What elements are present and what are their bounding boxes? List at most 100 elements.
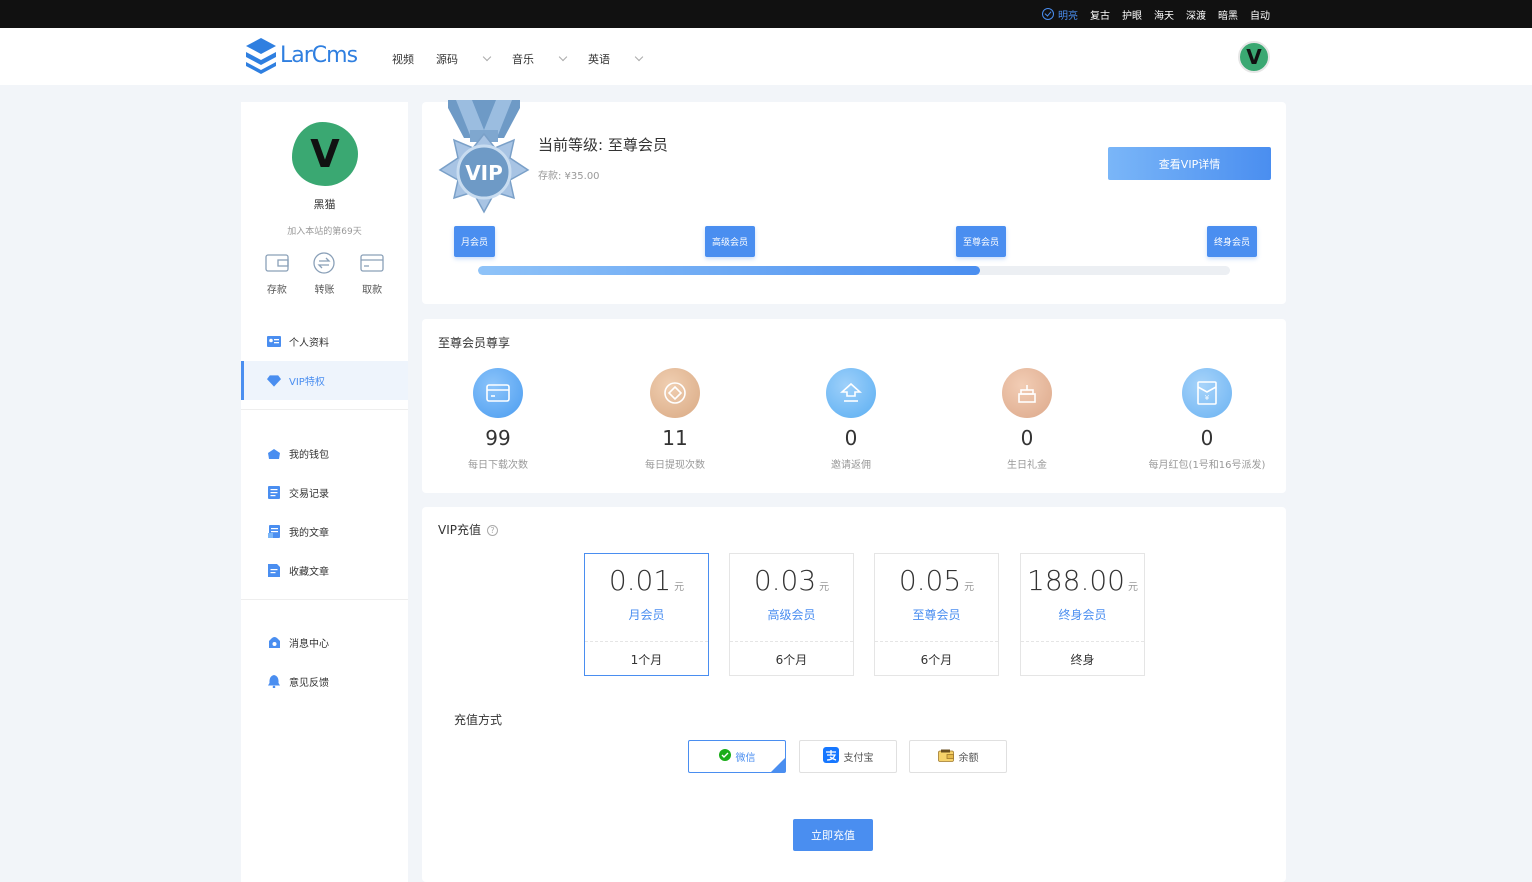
plan-name: 月会员 (628, 608, 665, 622)
plan-option[interactable]: 0.05 元 至尊会员 6个月 (874, 553, 999, 676)
plan-duration: 6个月 (775, 653, 808, 667)
upload-gift-icon (826, 368, 876, 418)
chevron-down-icon (634, 52, 644, 62)
plan-duration: 6个月 (920, 653, 953, 667)
plan-divider (1021, 641, 1144, 642)
chevron-down-icon (558, 52, 568, 62)
plan-option[interactable]: 0.03 元 高级会员 6个月 (729, 553, 854, 676)
recharge-submit-button[interactable]: 立即充值 (793, 819, 873, 851)
bell-icon (267, 675, 281, 688)
menu-divider (241, 409, 408, 410)
perk-label: 每日下载次数 (468, 460, 528, 471)
perk-item: 0 邀请返佣 (781, 368, 921, 471)
message-bag-icon (267, 637, 281, 649)
download-card-icon (473, 368, 523, 418)
pay-balance-button[interactable]: 余额 (909, 740, 1007, 773)
sidebar-item-profile[interactable]: 个人资料 (241, 322, 408, 361)
tier-badge: 月会员 (454, 226, 496, 257)
wallet-quick-actions: 存款 转账 取款 (253, 252, 396, 296)
tier-badge: 至尊会员 (956, 226, 1007, 257)
sidebar: V 黑猫 加入本站的第69天 存款 转账 取款 个人资料 VIP特权 我的钱包 … (241, 102, 408, 882)
plan-divider (730, 641, 853, 642)
username: 黑猫 (313, 198, 336, 211)
tier-badge: 终身会员 (1207, 226, 1258, 257)
perk-label: 每日提现次数 (645, 460, 705, 471)
perk-value: 0 (844, 426, 858, 450)
perk-value: 11 (662, 426, 688, 450)
sidebar-item-favorites[interactable]: 收藏文章 (241, 551, 408, 590)
plan-price: 188.00 元 (1027, 564, 1138, 597)
perk-label: 每月红包(1号和16号派发) (1148, 460, 1266, 471)
wechat-icon (718, 749, 731, 764)
vip-level-card: VIP 当前等级: 至尊会员 存款: ¥35.00 查看VIP详情 月会员 高级… (422, 100, 1286, 304)
plan-option[interactable]: 188.00 元 终身会员 终身 (1020, 553, 1145, 676)
vip-perks-card: 至尊会员尊享 99 每日下载次数 11 每日提现次数 0 邀请返佣 0 生日礼金… (422, 319, 1286, 493)
sidebar-item-feedback[interactable]: 意见反馈 (241, 662, 408, 701)
help-icon[interactable]: ? (487, 525, 498, 536)
sidebar-item-vip[interactable]: VIP特权 (241, 361, 408, 400)
transfer-button[interactable]: 转账 (312, 252, 336, 296)
check-circle-icon (1042, 8, 1054, 20)
nav-item-video[interactable]: 视频 (392, 51, 414, 67)
theme-option[interactable]: 深渡 (1186, 7, 1206, 22)
sidebar-item-articles[interactable]: 我的文章 (241, 512, 408, 551)
plan-duration: 1个月 (630, 653, 663, 667)
theme-option[interactable]: 复古 (1090, 7, 1110, 22)
list-icon (267, 486, 281, 499)
svg-text:¥: ¥ (1205, 394, 1210, 402)
perk-value: 0 (1200, 426, 1214, 450)
plan-name: 终身会员 (1058, 608, 1107, 622)
plan-divider (875, 641, 998, 642)
theme-option-active[interactable]: 明亮 (1042, 7, 1078, 22)
coin-icon (650, 368, 700, 418)
sidebar-item-transactions[interactable]: 交易记录 (241, 473, 408, 512)
vip-details-button[interactable]: 查看VIP详情 (1108, 147, 1271, 180)
pay-alipay-button[interactable]: 支付宝 (799, 740, 897, 773)
plan-price: 0.05 元 (898, 564, 975, 597)
cake-icon (1002, 368, 1052, 418)
bookmark-doc-icon (267, 564, 281, 577)
theme-option[interactable]: 海天 (1154, 7, 1174, 22)
menu-divider (241, 599, 408, 600)
perks-title: 至尊会员尊享 (438, 336, 511, 350)
nav-item-english[interactable]: 英语 (588, 51, 644, 67)
stack-logo-icon (246, 38, 276, 74)
profile-avatar[interactable]: V (292, 122, 358, 186)
theme-option[interactable]: 护眼 (1122, 7, 1142, 22)
medal-label: VIP (465, 161, 503, 185)
plan-option[interactable]: 0.01 元 月会员 1个月 (584, 553, 709, 676)
deposit-button[interactable]: 存款 (265, 252, 289, 296)
alipay-icon (822, 747, 839, 766)
plan-price: 0.01 元 (608, 564, 685, 597)
transfer-icon (312, 252, 336, 274)
level-progress-track (478, 266, 1230, 275)
theme-option[interactable]: 自动 (1250, 7, 1270, 22)
vip-recharge-card: VIP充值? 0.01 元 月会员 1个月 0.03 元 高级会员 6个月 0.05… (422, 507, 1286, 882)
nav-item-music[interactable]: 音乐 (512, 51, 568, 67)
nav-item-source[interactable]: 源码 (436, 51, 492, 67)
withdraw-button[interactable]: 取款 (360, 252, 384, 296)
perk-item: 99 每日下载次数 (428, 368, 568, 471)
document-icon (267, 525, 281, 538)
site-logo[interactable]: LarCms (244, 36, 358, 74)
wallet-icon (937, 749, 954, 765)
perk-value: 0 (1020, 426, 1034, 450)
pay-wechat-button[interactable]: 微信 (688, 740, 786, 773)
plan-price: 0.03 元 (753, 564, 830, 597)
sidebar-menu-content: 我的钱包 交易记录 我的文章 收藏文章 (241, 434, 408, 590)
perk-label: 生日礼金 (1007, 460, 1047, 471)
card-icon (360, 252, 384, 274)
plan-divider (585, 641, 708, 642)
site-header (0, 28, 1532, 85)
sidebar-item-wallet[interactable]: 我的钱包 (241, 434, 408, 473)
main-nav: 视频 源码 音乐 英语 (392, 51, 664, 67)
theme-option[interactable]: 暗黑 (1218, 7, 1238, 22)
sidebar-item-messages[interactable]: 消息中心 (241, 623, 408, 662)
diamond-icon (267, 374, 281, 387)
perk-item: 0 生日礼金 (957, 368, 1097, 471)
join-days: 加入本站的第69天 (287, 227, 362, 237)
chevron-down-icon (482, 52, 492, 62)
perk-label: 邀请返佣 (831, 460, 871, 471)
theme-switcher: 明亮 复古 护眼 海天 深渡 暗黑 自动 (1042, 0, 1270, 28)
user-avatar[interactable]: V (1238, 41, 1270, 73)
